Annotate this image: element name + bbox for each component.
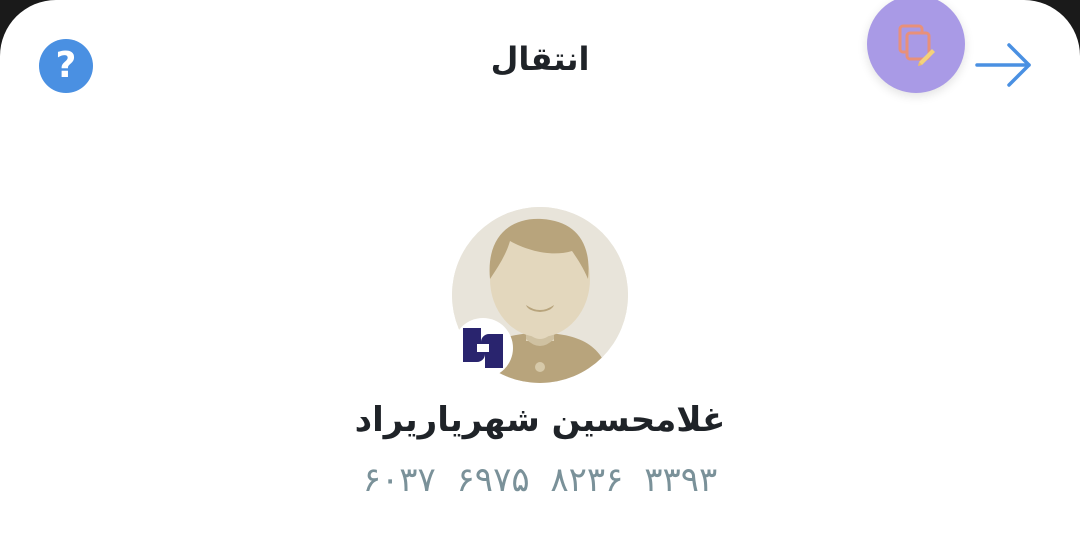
card-number: ۶۰۳۷ ۶۹۷۵ ۸۲۳۶ ۳۳۹۳ <box>362 460 718 500</box>
recipient-name: غلامحسین شهریاریراد <box>354 400 726 440</box>
saderat-bank-icon <box>463 328 503 368</box>
recipient-avatar-group <box>452 207 630 385</box>
help-label: ? <box>55 45 77 86</box>
copy-edit-icon <box>898 24 935 66</box>
arrow-right-icon[interactable] <box>975 42 1033 88</box>
copy-edit-button[interactable] <box>867 0 965 93</box>
bank-logo <box>453 318 513 378</box>
help-button[interactable]: ? <box>39 39 93 93</box>
transfer-screen: ? انتقال غلامحسین شهریاریراد ۶۰۳۷ ۶۹۷۵ ۸… <box>0 0 1080 560</box>
page-title: انتقال <box>490 40 590 78</box>
